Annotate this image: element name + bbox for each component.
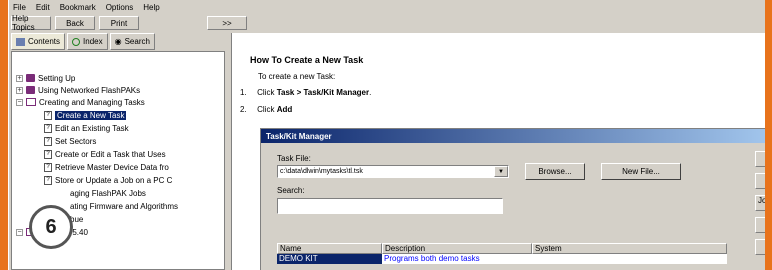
help-window: File Edit Bookmark Options Help Help Top… xyxy=(8,0,765,270)
row-system xyxy=(532,254,727,264)
tree-item-label: Create or Edit a Task that Uses xyxy=(55,149,166,159)
book-closed-icon xyxy=(26,74,35,82)
book-closed-icon xyxy=(26,86,35,94)
tree-item-create-new-task[interactable]: ? Create a New Task xyxy=(44,109,127,121)
collapse-icon[interactable]: − xyxy=(16,228,23,236)
tree-item-set-sectors[interactable]: ? Set Sectors xyxy=(44,135,96,147)
task-list-header: Name Description System xyxy=(277,243,727,254)
book-open-icon xyxy=(26,98,36,106)
task-kit-manager-dialog: Task/Kit Manager Task File: c:\data\dlwi… xyxy=(260,128,765,270)
menu-edit[interactable]: Edit xyxy=(36,3,50,12)
step-number: 2. xyxy=(240,105,247,114)
side-button-4[interactable] xyxy=(755,217,765,233)
tab-search-label: Search xyxy=(124,37,150,46)
help-topics-button[interactable]: Help Topics xyxy=(11,14,51,32)
step-1: 1. Click Task > Task/Kit Manager. xyxy=(240,88,371,97)
row-name: DEMO KIT xyxy=(277,254,382,264)
tree-item-setting-up[interactable]: + Setting Up xyxy=(16,72,75,84)
table-row[interactable]: DEMO KIT Programs both demo tasks xyxy=(277,254,727,264)
chevron-down-icon[interactable]: ▼ xyxy=(494,166,508,177)
step-2: 2. Click Add xyxy=(240,105,292,114)
tree-item-label: Setting Up xyxy=(38,73,76,83)
tab-search[interactable]: ◉ Search xyxy=(109,33,155,50)
tree-item-label: aging FlashPAK Jobs xyxy=(70,188,146,198)
help-page-icon: ? xyxy=(44,149,52,159)
magnifier-icon xyxy=(72,37,81,46)
back-button[interactable]: Back xyxy=(55,16,95,30)
search-input[interactable] xyxy=(277,198,503,214)
toolbar: Help Topics Back Print >> xyxy=(9,14,765,32)
help-page-icon: ? xyxy=(44,162,52,172)
navigation-tabs: Contents Index ◉ Search xyxy=(11,33,155,51)
tree-item-label: ating Firmware and Algorithms xyxy=(70,201,179,211)
expand-icon[interactable]: + xyxy=(16,86,23,94)
help-page-icon: ? xyxy=(44,175,52,185)
tree-item-label: Create a New Task xyxy=(55,110,127,120)
tree-item-label: Using Networked FlashPAKs xyxy=(38,85,141,95)
help-content-pane: How To Create a New Task To create a new… xyxy=(231,33,765,270)
print-button[interactable]: Print xyxy=(99,16,139,30)
browse-button[interactable]: Browse... xyxy=(525,163,585,180)
step-menu-path: Task > Task/Kit Manager xyxy=(276,88,370,97)
step-number: 1. xyxy=(240,88,247,97)
row-description: Programs both demo tasks xyxy=(384,254,480,263)
side-button-1[interactable] xyxy=(755,151,765,167)
help-page-icon: ? xyxy=(44,110,52,120)
column-description[interactable]: Description xyxy=(382,243,532,254)
menu-options[interactable]: Options xyxy=(106,3,134,12)
side-button-jobs[interactable]: Jo xyxy=(755,195,765,211)
menu-bar: File Edit Bookmark Options Help xyxy=(9,0,765,15)
tab-contents-label: Contents xyxy=(28,37,61,46)
side-button-2[interactable] xyxy=(755,173,765,189)
step-text: Click xyxy=(257,105,277,114)
search-label: Search: xyxy=(277,186,305,195)
binoculars-icon: ◉ xyxy=(114,37,122,46)
task-file-combo[interactable]: c:\data\dlwin\mytasks\tl.tsk xyxy=(277,165,509,178)
column-system[interactable]: System xyxy=(532,243,727,254)
step-number-badge: 6 xyxy=(29,205,73,249)
intro-text: To create a new Task: xyxy=(258,72,336,81)
step-text: Click xyxy=(257,88,277,97)
tree-item-networked-flashpaks[interactable]: + Using Networked FlashPAKs xyxy=(16,84,140,96)
tree-item-label: Creating and Managing Tasks xyxy=(39,97,145,107)
task-file-label: Task File: xyxy=(277,154,311,163)
tab-contents[interactable]: Contents xyxy=(11,33,66,50)
column-name[interactable]: Name xyxy=(277,243,382,254)
tree-item-label: Edit an Existing Task xyxy=(55,123,129,133)
collapse-icon[interactable]: − xyxy=(16,98,23,106)
new-file-button[interactable]: New File... xyxy=(601,163,681,180)
tree-item-label: Set Sectors xyxy=(55,136,97,146)
tree-item-retrieve-master[interactable]: ? Retrieve Master Device Data fro xyxy=(44,161,169,173)
tree-item-updating-firmware[interactable]: ating Firmware and Algorithms xyxy=(70,200,178,212)
dialog-title-bar: Task/Kit Manager xyxy=(261,129,765,143)
tree-item-store-job[interactable]: ? Store or Update a Job on a PC C xyxy=(44,174,172,186)
more-button[interactable]: >> xyxy=(207,16,247,30)
help-page-icon: ? xyxy=(44,136,52,146)
tree-item-create-edit-task[interactable]: ? Create or Edit a Task that Uses xyxy=(44,148,166,160)
book-icon xyxy=(16,37,25,46)
expand-icon[interactable]: + xyxy=(16,74,23,82)
step-end: . xyxy=(369,88,372,97)
menu-help[interactable]: Help xyxy=(143,3,159,12)
topic-title: How To Create a New Task xyxy=(250,55,364,65)
tree-item-creating-tasks[interactable]: − Creating and Managing Tasks xyxy=(16,96,145,108)
tab-index-label: Index xyxy=(83,37,103,46)
tab-index[interactable]: Index xyxy=(67,33,108,50)
tree-item-label: Store or Update a Job on a PC C xyxy=(55,175,173,185)
side-button-5[interactable] xyxy=(755,239,765,255)
menu-file[interactable]: File xyxy=(13,3,26,12)
help-page-icon: ? xyxy=(44,123,52,133)
tree-item-label: Retrieve Master Device Data fro xyxy=(55,162,169,172)
menu-bookmark[interactable]: Bookmark xyxy=(60,3,96,12)
tree-item-managing-jobs[interactable]: aging FlashPAK Jobs xyxy=(70,187,146,199)
step-button-name: Add xyxy=(276,105,293,114)
tree-item-edit-task[interactable]: ? Edit an Existing Task xyxy=(44,122,129,134)
